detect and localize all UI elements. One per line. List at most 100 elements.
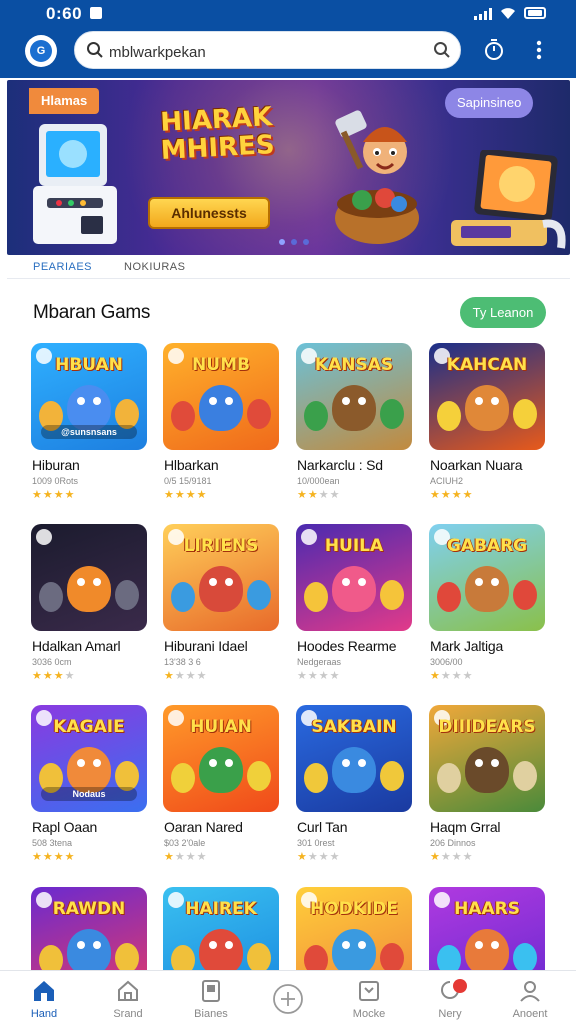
category-tabs: PEARIAES NOKIURAS	[7, 255, 570, 279]
star-icon: ★	[185, 489, 197, 501]
game-meta: 1009 0Rots	[32, 476, 79, 486]
game-thumbnail[interactable]: SAKBAIN	[296, 705, 412, 812]
game-rating: ★★★★	[430, 669, 474, 682]
game-card[interactable]: HBUAN @sunsnsans Hiburan 1009 0Rots ★★★★	[31, 343, 147, 513]
view-all-button[interactable]: Ty Leanon	[460, 297, 546, 328]
chat-icon	[359, 981, 379, 1001]
nav-add[interactable]	[253, 971, 323, 1024]
nav-store[interactable]: Srand	[93, 971, 163, 1024]
game-card[interactable]: HUIAN Oaran Nared $03 2'0ale ★★★★	[163, 705, 279, 875]
profile-icon	[520, 981, 540, 1002]
banner-pagination[interactable]	[279, 239, 339, 247]
game-character	[465, 929, 509, 975]
game-character-side	[513, 761, 537, 791]
game-thumbnail[interactable]: LIRIENS	[163, 524, 279, 631]
game-thumbnail[interactable]: DIIIDEARS	[429, 705, 545, 812]
game-logo-text: NUMB	[192, 355, 250, 375]
add-icon	[273, 984, 303, 1014]
game-character	[199, 929, 243, 975]
game-card[interactable]: HUILA Hoodes Rearme Nedgeraas ★★★★	[296, 524, 412, 694]
star-icon: ★	[440, 489, 452, 501]
game-character	[465, 747, 509, 793]
game-card[interactable]: DIIIDEARS Haqm Grral 206 Dinnos ★★★★	[429, 705, 545, 875]
nav-library[interactable]: Bianes	[176, 971, 246, 1024]
banner-promo-pill[interactable]: Sapinsineo	[445, 88, 534, 118]
nav-label: Hand	[30, 1008, 58, 1020]
game-rating: ★★★★	[430, 488, 474, 501]
game-title: Noarkan Nuara	[430, 457, 523, 473]
game-title: Rapl Oaan	[32, 819, 98, 835]
game-character	[199, 385, 243, 431]
game-title: Hiburani Idael	[164, 638, 248, 654]
game-thumbnail[interactable]: KAHCAN	[429, 343, 545, 450]
game-subtitle: Nodaus	[41, 787, 137, 801]
star-icon: ★	[32, 489, 43, 501]
app-logo[interactable]: G	[25, 35, 57, 67]
game-card[interactable]: KAHCAN Noarkan Nuara ACIUH2 ★★★★	[429, 343, 545, 513]
game-thumbnail[interactable]: NUMB	[163, 343, 279, 450]
game-logo-text: KAGAIE	[53, 717, 125, 737]
game-thumbnail[interactable]: KANSAS	[296, 343, 412, 450]
search-input[interactable]	[109, 42, 409, 62]
game-meta: Nedgeraas	[297, 657, 342, 667]
game-card[interactable]: KAGAIE Nodaus Rapl Oaan 508 3tena ★★★★	[31, 705, 147, 875]
star-icon: ★	[318, 670, 330, 682]
more-menu-button[interactable]	[526, 36, 552, 64]
game-character	[332, 747, 376, 793]
game-thumbnail[interactable]: HUILA	[296, 524, 412, 631]
game-thumbnail[interactable]: HBUAN @sunsnsans	[31, 343, 147, 450]
game-character	[67, 566, 111, 612]
game-character-side	[171, 763, 195, 793]
search-bar[interactable]	[74, 31, 461, 69]
game-logo-text: KANSAS	[314, 355, 394, 375]
nav-notifications[interactable]: Nery	[415, 971, 485, 1024]
arcade-machine-illustration	[33, 124, 117, 244]
wifi-icon	[501, 8, 515, 19]
game-logo-text: GABARG	[446, 536, 528, 556]
star-icon: ★	[185, 851, 197, 863]
nav-chat[interactable]: Mocke	[334, 971, 404, 1024]
nav-label: Nery	[438, 1008, 462, 1020]
game-card[interactable]: NUMB Hlbarkan 0/5 15/9181 ★★★★	[163, 343, 279, 513]
search-submit-icon[interactable]	[433, 41, 451, 59]
star-icon: ★	[307, 670, 319, 682]
game-meta: 206 Dinnos	[430, 838, 476, 848]
game-title: Haqm Grral	[430, 819, 501, 835]
tablet-illustration	[451, 150, 566, 249]
game-thumbnail[interactable]: KAGAIE Nodaus	[31, 705, 147, 812]
star-icon: ★	[430, 489, 441, 501]
star-icon: ★	[42, 670, 54, 682]
game-character-side	[380, 761, 404, 791]
tab-featured[interactable]: PEARIAES	[33, 261, 92, 273]
game-card[interactable]: LIRIENS Hiburani Idael 13'38 3 6 ★★★★	[163, 524, 279, 694]
timer-button[interactable]	[481, 36, 507, 64]
game-card[interactable]: KANSAS Narkarclu : Sd 10/000ean ★★★★	[296, 343, 412, 513]
game-thumbnail[interactable]: HUIAN	[163, 705, 279, 812]
game-meta: 301 0rest	[297, 838, 335, 848]
tab-new[interactable]: NOKIURAS	[124, 261, 185, 273]
game-thumbnail[interactable]: GABARG	[429, 524, 545, 631]
game-card[interactable]: SAKBAIN Curl Tan 301 0rest ★★★★	[296, 705, 412, 875]
game-thumbnail[interactable]	[31, 524, 147, 631]
game-character	[332, 929, 376, 975]
game-character-side	[437, 582, 461, 612]
featured-banner[interactable]: Hlamas HIARAK MHIRES Ahlunessts Sapinsin…	[7, 80, 570, 255]
star-icon: ★	[42, 489, 54, 501]
game-meta: 10/000ean	[297, 476, 340, 486]
game-meta: 13'38 3 6	[164, 657, 201, 667]
nav-label: Srand	[113, 1008, 143, 1020]
star-icon: ★	[462, 489, 474, 501]
star-icon: ★	[32, 851, 43, 863]
hero-character-illustration	[335, 110, 419, 244]
game-card[interactable]: GABARG Mark Jaltiga 3006/00 ★★★★	[429, 524, 545, 694]
nav-profile[interactable]: Anoent	[495, 971, 565, 1024]
game-character	[67, 929, 111, 975]
game-character-side	[171, 401, 195, 431]
section-title: Mbaran Gams	[33, 302, 151, 323]
game-logo-text: SAKBAIN	[311, 717, 397, 737]
star-icon: ★	[451, 489, 463, 501]
banner-cta-button[interactable]: Ahlunessts	[148, 197, 270, 229]
game-character-side	[380, 943, 404, 973]
nav-home[interactable]: Hand	[9, 971, 79, 1024]
game-card[interactable]: Hdalkan Amarl 3036 0cm ★★★★	[31, 524, 147, 694]
